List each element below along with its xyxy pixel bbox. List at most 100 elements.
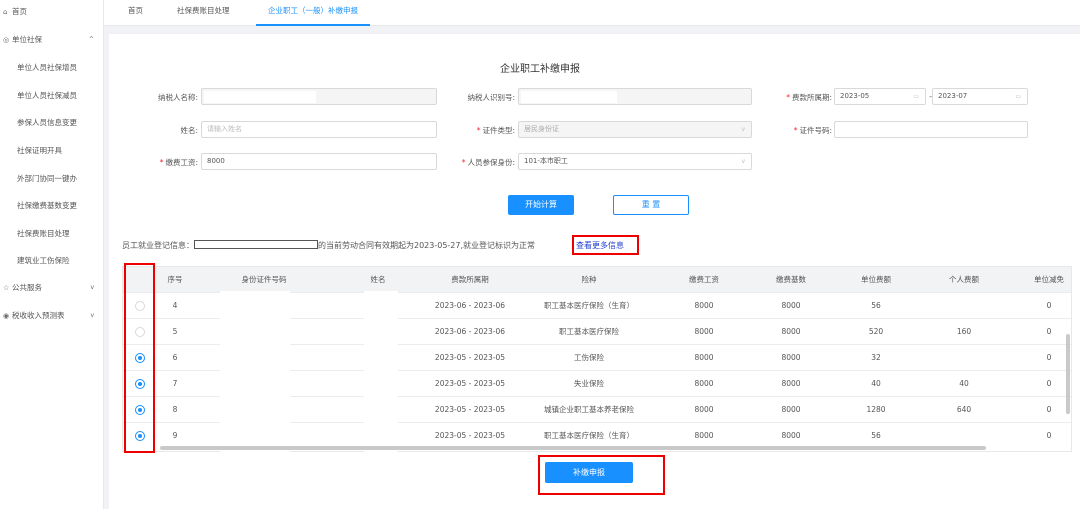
cell-period: 2023-05 - 2023-05 — [434, 405, 506, 414]
cell-unit-reduction: 0 — [1046, 301, 1052, 310]
header-name: 姓名 — [370, 275, 386, 284]
redacted-block — [521, 91, 617, 103]
cell-insurance-type: 城镇企业职工基本养老保险 — [544, 405, 634, 414]
vertical-scrollbar[interactable] — [1066, 334, 1070, 414]
cell-period: 2023-05 - 2023-05 — [434, 379, 506, 388]
chevron-down-icon: v — [90, 312, 94, 319]
highlight-box-selection — [124, 263, 155, 453]
employment-info-text: 员工就业登记信息： 的当前劳动合同有效期起为2023-05-27,就业登记标识为正… — [122, 240, 536, 250]
sidebar-item-remove-staff[interactable]: 单位人员社保减员 — [0, 89, 104, 103]
cell-no: 7 — [172, 379, 178, 388]
name-input[interactable]: 请输入姓名 — [201, 121, 437, 138]
cert-no-input[interactable] — [834, 121, 1028, 138]
header-unit-fee: 单位费额 — [861, 275, 891, 284]
sidebar-group-tax-forecast[interactable]: ◉ 税收收入预测表 v — [0, 309, 104, 323]
cell-unit-fee: 1280 — [866, 405, 886, 414]
header-wage: 缴费工资 — [689, 275, 719, 284]
cert-type-select[interactable]: 居民身份证 v — [518, 121, 752, 138]
sidebar-item-construction-injury[interactable]: 建筑业工伤保险 — [0, 254, 104, 268]
wage-input[interactable]: 8000 — [201, 153, 437, 170]
period-end-picker[interactable]: 2023-07 ▭ — [932, 88, 1028, 105]
cell-no: 8 — [172, 405, 178, 414]
identity-label: * 人员参保身份: — [461, 158, 515, 167]
header-period: 费款所属期 — [451, 275, 489, 284]
cell-unit-fee: 32 — [871, 353, 881, 362]
cell-base: 8000 — [781, 353, 801, 362]
sidebar: ⌂ 首页 ◎ 单位社保 ^ 单位人员社保增员 单位人员社保减员 参保人员信息变更 社… — [0, 0, 104, 509]
cell-no: 4 — [172, 301, 178, 310]
cell-unit-reduction: 0 — [1046, 353, 1052, 362]
cell-personal-fee: 160 — [956, 327, 972, 336]
shield-icon: ◎ — [3, 36, 10, 44]
redacted-name-box — [194, 240, 318, 249]
cell-unit-reduction: 0 — [1046, 405, 1052, 414]
header-no: 序号 — [167, 275, 183, 284]
wage-label: * 缴费工资: — [159, 158, 198, 167]
period-label: * 费款所属期: — [786, 93, 832, 102]
header-unit-reduction: 单位减免 — [1034, 275, 1064, 284]
taxpayer-id-field — [518, 88, 752, 105]
header-insurance-type: 险种 — [581, 275, 597, 284]
sidebar-group-unit-social[interactable]: ◎ 单位社保 ^ — [0, 33, 104, 47]
cell-unit-reduction: 0 — [1046, 327, 1052, 336]
cell-wage: 8000 — [694, 405, 714, 414]
sidebar-item-fee-account[interactable]: 社保费账目处理 — [0, 227, 104, 241]
header-base: 缴费基数 — [776, 275, 806, 284]
chevron-down-icon: v — [90, 284, 94, 291]
period-start-picker[interactable]: 2023-05 ▭ — [834, 88, 926, 105]
identity-select[interactable]: 101-本市职工 v — [518, 153, 752, 170]
cell-base: 8000 — [781, 327, 801, 336]
reset-button[interactable]: 重 置 — [613, 195, 689, 215]
cell-base: 8000 — [781, 301, 801, 310]
taxpayer-id-label: 纳税人识别号: — [467, 93, 515, 102]
cert-type-label: * 证件类型: — [476, 126, 515, 135]
tab-supplementary-declaration[interactable]: 企业职工（一般）补缴申报 — [256, 0, 370, 26]
sidebar-item-base-change[interactable]: 社保缴费基数变更 — [0, 199, 104, 213]
cell-unit-fee: 40 — [871, 379, 881, 388]
cell-no: 6 — [172, 353, 178, 362]
sidebar-item-info-change[interactable]: 参保人员信息变更 — [0, 116, 104, 130]
tab-fee-account[interactable]: 社保费账目处理 — [177, 0, 230, 26]
highlight-box-submit — [538, 455, 665, 495]
sidebar-item-home[interactable]: ⌂ 首页 — [0, 5, 104, 19]
calendar-icon: ▭ — [1015, 93, 1021, 100]
star-icon: ☆ — [3, 284, 10, 292]
cell-insurance-type: 失业保险 — [574, 379, 604, 388]
tab-bar: 首页 社保费账目处理 企业职工（一般）补缴申报 — [104, 0, 1080, 26]
cell-insurance-type: 工伤保险 — [574, 353, 604, 362]
cell-unit-fee: 56 — [871, 301, 881, 310]
header-id-number: 身份证件号码 — [241, 275, 287, 284]
cell-no: 5 — [172, 327, 178, 336]
cert-no-label: * 证件号码: — [793, 126, 832, 135]
cell-wage: 8000 — [694, 379, 714, 388]
taxpayer-name-field — [201, 88, 437, 105]
cell-wage: 8000 — [694, 327, 714, 336]
cell-unit-fee: 520 — [868, 327, 884, 336]
highlight-box-more-info — [572, 235, 639, 255]
sidebar-group-public-service[interactable]: ☆ 公共服务 v — [0, 281, 104, 295]
chevron-down-icon: v — [741, 126, 745, 133]
sidebar-item-external-collab[interactable]: 外部门协同一键办 — [0, 172, 104, 186]
horizontal-scrollbar[interactable] — [160, 446, 986, 450]
cell-wage: 8000 — [694, 301, 714, 310]
cell-insurance-type: 职工基本医疗保险 — [559, 327, 619, 336]
redacted-id-column — [220, 291, 290, 452]
start-calculation-button[interactable]: 开始计算 — [508, 195, 574, 215]
table-header: 序号 身份证件号码 姓名 费款所属期 险种 缴费工资 缴费基数 单位费额 个人费… — [123, 267, 1071, 292]
header-personal-fee: 个人费额 — [949, 275, 979, 284]
cell-period: 2023-06 - 2023-06 — [434, 301, 506, 310]
redacted-block — [204, 91, 316, 103]
cell-personal-fee — [919, 345, 1009, 371]
chevron-up-icon: ^ — [88, 36, 94, 43]
cell-personal-fee — [919, 293, 1009, 319]
tab-home[interactable]: 首页 — [128, 0, 143, 26]
cell-personal-fee: 640 — [956, 405, 972, 414]
calendar-icon: ▭ — [913, 93, 919, 100]
cell-period: 2023-06 - 2023-06 — [434, 327, 506, 336]
sidebar-item-certificate[interactable]: 社保证明开具 — [0, 144, 104, 158]
redacted-name-column — [364, 291, 398, 452]
cell-unit-reduction: 0 — [1046, 379, 1052, 388]
cell-personal-fee: 40 — [959, 379, 969, 388]
cell-insurance-type: 职工基本医疗保险（生育） — [544, 301, 634, 310]
taxpayer-name-label: 纳税人名称: — [157, 93, 198, 102]
